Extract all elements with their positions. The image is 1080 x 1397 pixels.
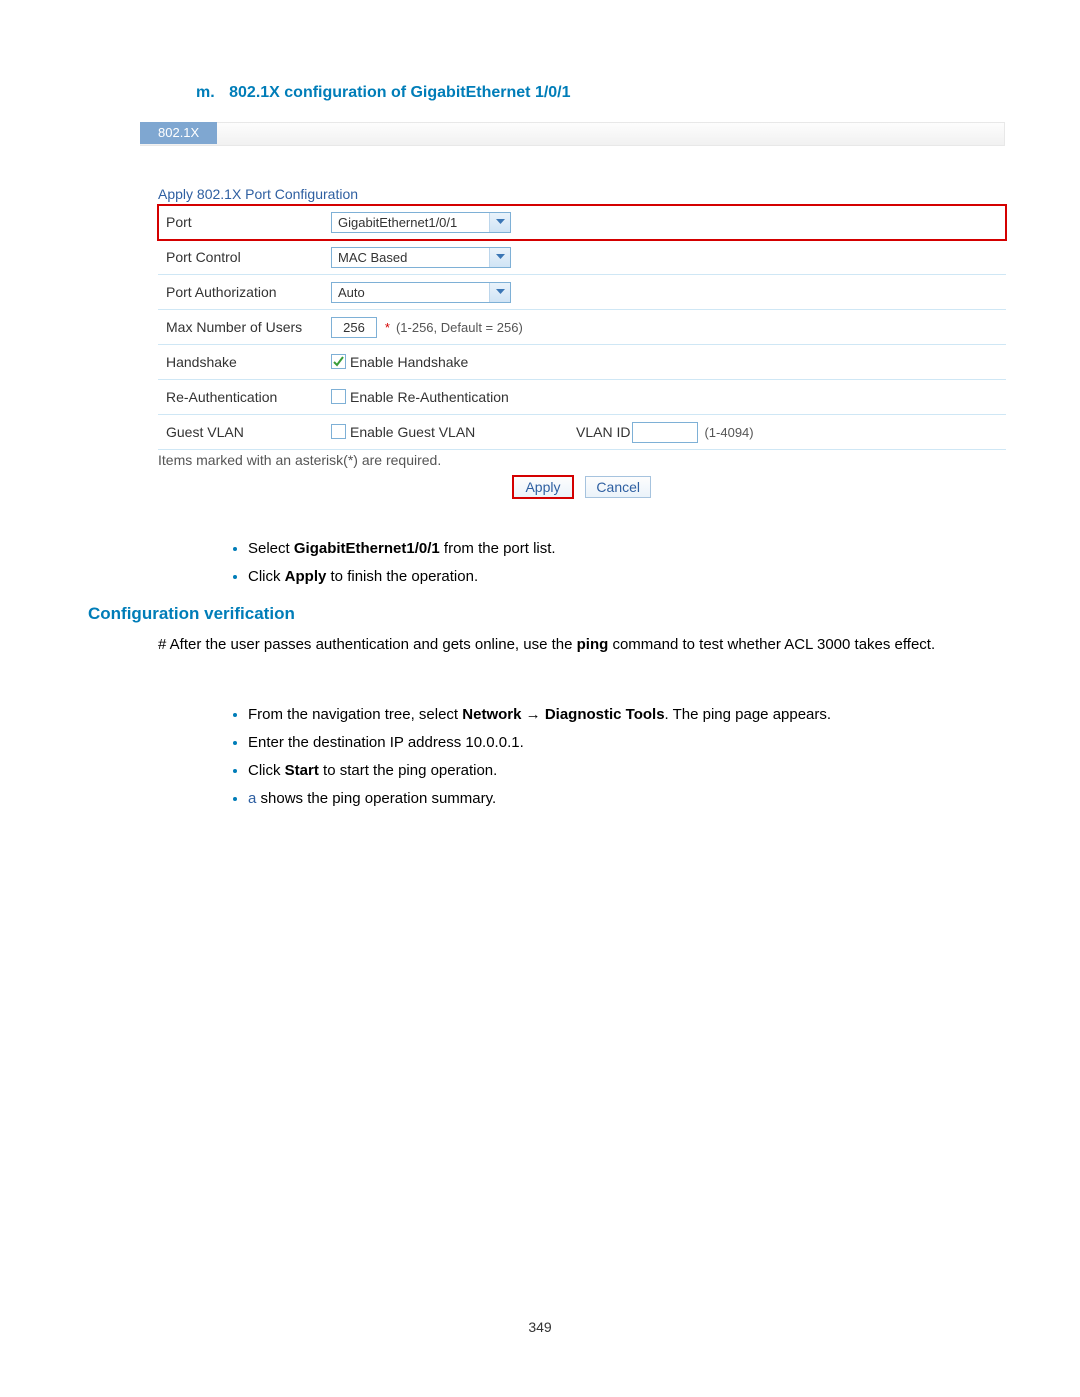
text: . The ping page appears. — [665, 706, 832, 723]
text: command to test whether ACL 3000 takes e… — [608, 636, 935, 653]
instruction-list-2: From the navigation tree, select Network… — [208, 703, 831, 815]
list-item: From the navigation tree, select Network… — [248, 703, 831, 727]
panel-title: Apply 802.1X Port Configuration — [158, 186, 1008, 202]
guest-vlan-checkbox[interactable] — [331, 424, 346, 439]
row-port: Port GigabitEthernet1/0/1 — [158, 205, 1006, 240]
vlan-id-label: VLAN ID — [576, 424, 630, 440]
bold-text: Apply — [285, 568, 327, 585]
chevron-down-icon — [489, 213, 510, 232]
text: Click — [248, 568, 285, 585]
config-form-table: Port GigabitEthernet1/0/1 Port Control — [158, 204, 1006, 450]
instruction-list-1: Select GigabitEthernet1/0/1 from the por… — [208, 537, 556, 593]
ordered-letter: m. — [196, 84, 215, 102]
label-handshake: Handshake — [158, 345, 331, 380]
bold-text: ping — [577, 636, 609, 653]
text: shows the ping operation summary. — [256, 790, 496, 807]
bold-text: Diagnostic Tools — [545, 706, 665, 723]
max-users-hint: (1-256, Default = 256) — [396, 320, 523, 335]
vlan-id-input[interactable] — [632, 422, 698, 443]
port-auth-select[interactable]: Auto — [331, 282, 511, 303]
vlan-id-hint: (1-4094) — [704, 425, 753, 440]
row-port-auth: Port Authorization Auto — [158, 275, 1006, 310]
text: to start the ping operation. — [319, 762, 497, 779]
port-control-select[interactable]: MAC Based — [331, 247, 511, 268]
section-heading-verification: Configuration verification — [88, 604, 295, 624]
text: from the port list. — [440, 540, 556, 557]
required-asterisk: * — [385, 320, 390, 335]
list-item: Click Start to start the ping operation. — [248, 759, 831, 783]
text: Click — [248, 762, 285, 779]
port-auth-value: Auto — [332, 283, 489, 302]
text: Enter the destination IP address 10.0.0.… — [248, 734, 524, 751]
row-max-users: Max Number of Users * (1-256, Default = 2… — [158, 310, 1006, 345]
bold-text: GigabitEthernet1/0/1 — [294, 540, 440, 557]
port-select-value: GigabitEthernet1/0/1 — [332, 213, 489, 232]
handshake-checkbox[interactable] — [331, 354, 346, 369]
cancel-button[interactable]: Cancel — [585, 476, 651, 498]
button-row: Apply Cancel — [158, 476, 1006, 498]
label-port: Port — [158, 205, 331, 240]
label-port-control: Port Control — [158, 240, 331, 275]
text: Select — [248, 540, 294, 557]
list-item: Click Apply to finish the operation. — [248, 565, 556, 589]
row-port-control: Port Control MAC Based — [158, 240, 1006, 275]
chevron-down-icon — [489, 283, 510, 302]
port-select[interactable]: GigabitEthernet1/0/1 — [331, 212, 511, 233]
chevron-down-icon — [489, 248, 510, 267]
tab-802-1x[interactable]: 802.1X — [140, 122, 217, 144]
apply-button[interactable]: Apply — [513, 476, 573, 498]
label-reauth: Re-Authentication — [158, 380, 331, 415]
max-users-input[interactable] — [331, 317, 377, 338]
arrow-icon: → — [521, 706, 544, 723]
row-reauth: Re-Authentication Enable Re-Authenticati… — [158, 380, 1006, 415]
ordered-heading-m: m. 802.1X configuration of GigabitEthern… — [196, 84, 571, 102]
row-guest-vlan: Guest VLAN Enable Guest VLAN VLAN ID (1-… — [158, 415, 1006, 450]
reauth-checkbox[interactable] — [331, 389, 346, 404]
label-guest-vlan: Guest VLAN — [158, 415, 331, 450]
required-note: Items marked with an asterisk(*) are req… — [158, 452, 1008, 468]
port-control-value: MAC Based — [332, 248, 489, 267]
label-max-users: Max Number of Users — [158, 310, 331, 345]
list-item: a shows the ping operation summary. — [248, 787, 831, 811]
reauth-cb-label: Enable Re-Authentication — [350, 389, 509, 405]
bold-text: Start — [285, 762, 319, 779]
tab-bar: 802.1X — [140, 122, 1005, 146]
figure-802-1x-config: 802.1X Apply 802.1X Port Configuration P… — [140, 122, 1008, 498]
list-item: Select GigabitEthernet1/0/1 from the por… — [248, 537, 556, 561]
text: # After the user passes authentication a… — [158, 636, 577, 653]
ordered-heading-text: 802.1X configuration of GigabitEthernet … — [229, 84, 570, 101]
list-item: Enter the destination IP address 10.0.0.… — [248, 731, 831, 755]
bold-text: Network — [462, 706, 521, 723]
text: From the navigation tree, select — [248, 706, 462, 723]
handshake-cb-label: Enable Handshake — [350, 354, 468, 370]
guest-vlan-cb-label: Enable Guest VLAN — [350, 424, 475, 440]
row-handshake: Handshake Enable Handshake — [158, 345, 1006, 380]
label-port-auth: Port Authorization — [158, 275, 331, 310]
text: to finish the operation. — [326, 568, 478, 585]
body-paragraph: # After the user passes authentication a… — [158, 634, 990, 657]
page-number: 349 — [0, 1319, 1080, 1335]
